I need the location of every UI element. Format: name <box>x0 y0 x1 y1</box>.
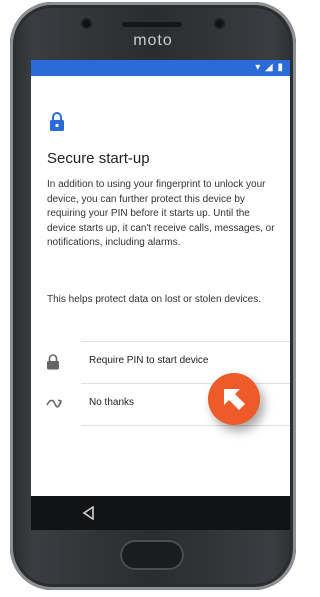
require-pin-label: Require PIN to start device <box>89 355 209 366</box>
status-icons: ▾ ◢ ▮ <box>255 62 284 73</box>
require-pin-option[interactable]: Require PIN to start device <box>31 344 290 382</box>
brand-logo: moto <box>133 32 173 49</box>
no-thanks-label: No thanks <box>89 397 135 408</box>
divider <box>81 383 290 384</box>
description-text-2: This helps protect data on lost or stole… <box>47 294 262 305</box>
divider <box>81 425 290 426</box>
divider <box>81 341 290 342</box>
earpiece-speaker <box>122 22 182 27</box>
status-bar: ▾ ◢ ▮ <box>31 60 290 76</box>
swipe-icon <box>46 396 62 414</box>
home-button[interactable] <box>120 540 184 570</box>
back-icon[interactable] <box>81 505 97 521</box>
navigation-bar <box>31 496 290 530</box>
wifi-icon: ▾ <box>255 62 262 73</box>
lock-icon <box>46 354 62 372</box>
lock-icon <box>49 112 65 132</box>
front-camera <box>83 20 90 27</box>
description-text: In addition to using your fingerprint to… <box>47 179 275 248</box>
proximity-sensor <box>216 20 223 27</box>
screen: ▾ ◢ ▮ Secure start-up In addition to usi… <box>31 60 290 496</box>
signal-icon: ◢ <box>265 62 274 73</box>
page-title: Secure start-up <box>47 150 150 167</box>
battery-icon: ▮ <box>277 62 284 73</box>
pointer-arrow-icon <box>208 373 260 425</box>
